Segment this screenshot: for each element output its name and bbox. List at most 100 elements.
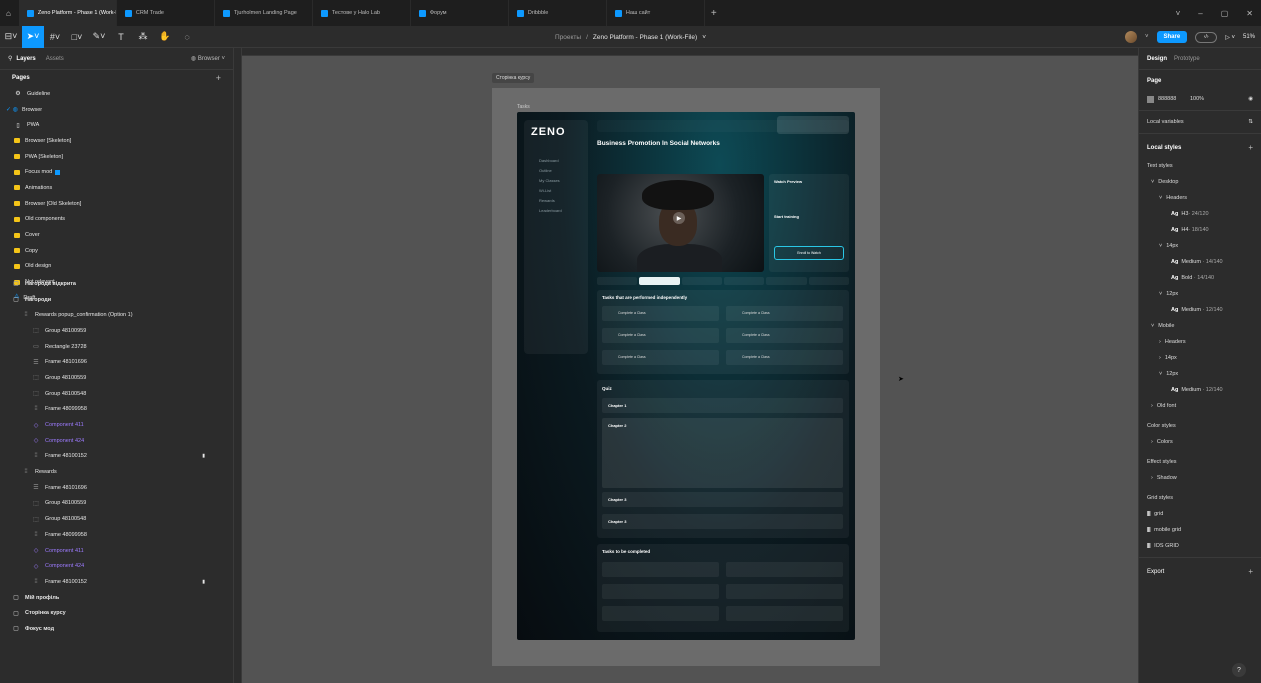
- search-icon[interactable]: ⚲: [8, 55, 12, 62]
- chevron-down-icon[interactable]: ˅: [1159, 243, 1162, 249]
- tab-tasks[interactable]: [639, 276, 680, 285]
- local-variables[interactable]: Local variables: [1147, 119, 1184, 125]
- chevron-down-icon[interactable]: ˅: [1159, 291, 1162, 297]
- mobile-12px-group[interactable]: 12px: [1166, 371, 1178, 377]
- desktop-group[interactable]: Desktop: [1158, 179, 1178, 185]
- resources-tool-icon[interactable]: ⁂: [132, 26, 154, 48]
- mockup-nav-item[interactable]: Leaderboard: [539, 208, 562, 213]
- file-name[interactable]: Zeno Platform - Phase 1 (Work-File): [593, 34, 697, 41]
- mockup-nav-item[interactable]: Rewards: [539, 198, 555, 203]
- style-mobile-medium-12[interactable]: Ag Medium · 12/140: [1139, 382, 1261, 398]
- chevron-right-icon[interactable]: ›: [1151, 403, 1153, 409]
- page-item[interactable]: Old design: [0, 259, 233, 275]
- page-item[interactable]: Copy: [0, 243, 233, 259]
- task-card[interactable]: [602, 562, 719, 577]
- layer-item[interactable]: ⁞⁞ Rewards: [0, 464, 233, 480]
- page-color-value[interactable]: 888888: [1158, 96, 1190, 102]
- frame-tool-icon[interactable]: #˅: [44, 26, 66, 48]
- layer-item[interactable]: ◇ Component 424: [0, 433, 233, 449]
- layer-item[interactable]: ▭ Rectangle 23728: [0, 339, 233, 355]
- layer-item[interactable]: ⁞⁞ Frame 48099958: [0, 402, 233, 418]
- move-tool-icon[interactable]: ➤˅: [22, 25, 44, 48]
- page-item[interactable]: PWA [Skeleton]: [0, 149, 233, 165]
- page-item[interactable]: Browser [Old Skeleton]: [0, 196, 233, 212]
- task-card[interactable]: Complete a Class: [726, 328, 843, 343]
- tab-reviews[interactable]: [766, 276, 807, 285]
- task-card[interactable]: [726, 584, 843, 599]
- tab-assets[interactable]: Assets: [46, 56, 64, 62]
- chevron-down-icon[interactable]: ˅: [1159, 371, 1162, 377]
- task-card[interactable]: Complete a Class: [726, 306, 843, 321]
- task-card[interactable]: Complete a Class: [602, 328, 719, 343]
- mobile-14px-group[interactable]: 14px: [1165, 355, 1177, 361]
- old-font-group[interactable]: Old font: [1157, 403, 1176, 409]
- tab-course-outline[interactable]: [597, 276, 638, 285]
- style-bold-14[interactable]: Ag Bold · 14/140: [1139, 270, 1261, 286]
- eye-icon[interactable]: ◉: [1248, 96, 1253, 102]
- minimize-icon[interactable]: –: [1198, 9, 1202, 18]
- chevron-down-icon[interactable]: ˅: [1151, 179, 1154, 185]
- tab-review-3[interactable]: [808, 276, 849, 285]
- shape-tool-icon[interactable]: □˅: [66, 26, 88, 48]
- chevron-down-icon[interactable]: ˅: [1151, 323, 1154, 329]
- home-icon[interactable]: ⌂: [6, 9, 11, 18]
- chevron-right-icon[interactable]: ›: [1151, 439, 1153, 445]
- browser-tab[interactable]: Dribbble: [509, 0, 607, 26]
- mobile-group[interactable]: Mobile: [1158, 323, 1174, 329]
- grid-style-grid[interactable]: ||| grid: [1139, 506, 1261, 522]
- frame-label[interactable]: Сторінка курсу: [492, 73, 535, 83]
- tasks-frame-label[interactable]: Tasks: [517, 104, 530, 110]
- share-button[interactable]: Share: [1156, 31, 1188, 43]
- chapter-3b[interactable]: Chapter 3: [602, 514, 843, 529]
- chapter-1[interactable]: Chapter 1: [602, 398, 843, 413]
- page-item[interactable]: Cover: [0, 227, 233, 243]
- layer-item[interactable]: ⁞⁞ Frame 48099958: [0, 527, 233, 543]
- tab-design[interactable]: Design: [1147, 56, 1167, 62]
- text-tool-icon[interactable]: T: [110, 26, 132, 48]
- chevron-right-icon[interactable]: ›: [1151, 475, 1153, 481]
- colors-group[interactable]: Colors: [1157, 439, 1173, 445]
- lock-icon[interactable]: ▮: [202, 579, 205, 585]
- group-12px[interactable]: 12px: [1166, 291, 1178, 297]
- add-export-button[interactable]: +: [1248, 567, 1253, 576]
- layer-item[interactable]: ⬚ Group 48100559: [0, 370, 233, 386]
- layer-item[interactable]: ⬚ Group 48100548: [0, 386, 233, 402]
- layer-item[interactable]: ▢ Сторінка курсу: [0, 605, 233, 621]
- hand-tool-icon[interactable]: ✋: [154, 26, 176, 48]
- browser-tab[interactable]: Тестове у Halo Lab: [313, 0, 411, 26]
- close-icon[interactable]: ✕: [1246, 9, 1253, 18]
- page-item[interactable]: ▯ PWA: [0, 117, 233, 133]
- tab-prototype[interactable]: Prototype: [1174, 56, 1200, 62]
- browser-tab[interactable]: Наш сайт: [607, 0, 705, 26]
- chevron-down-icon[interactable]: ˅: [1176, 9, 1181, 18]
- present-button[interactable]: ▷ ˅: [1225, 34, 1235, 41]
- style-medium-14[interactable]: Ag Medium · 14/140: [1139, 254, 1261, 270]
- mockup-nav-item[interactable]: Dashboard: [539, 158, 559, 163]
- layer-item[interactable]: ⬚ Group 48100548: [0, 511, 233, 527]
- task-card[interactable]: [726, 562, 843, 577]
- task-card[interactable]: Complete a Class: [602, 306, 719, 321]
- task-card[interactable]: Complete a Class: [726, 350, 843, 365]
- canvas[interactable]: Сторінка курсу Tasks ZENO Dashboard Outli…: [242, 56, 1138, 683]
- mockup-nav-item[interactable]: Wi-List: [539, 188, 551, 193]
- layer-item[interactable]: ⁞⁞ Frame 48100152 ▮: [0, 574, 233, 590]
- layer-item[interactable]: ⁞⁞ Frame 48100152 ▮: [0, 449, 233, 465]
- chevron-down-icon[interactable]: ˅: [1159, 195, 1162, 201]
- layer-item[interactable]: ◇ Component 411: [0, 543, 233, 559]
- browser-tab[interactable]: CRM Trade: [117, 0, 215, 26]
- maximize-icon[interactable]: ▢: [1221, 9, 1229, 18]
- app-mockup[interactable]: ZENO Dashboard Outline My Classes Wi-List Re…: [517, 112, 855, 640]
- page-item[interactable]: Animations: [0, 180, 233, 196]
- chevron-down-icon[interactable]: ˅: [1145, 34, 1149, 40]
- chapter-3[interactable]: Chapter 3: [602, 492, 843, 507]
- layer-item[interactable]: ▢ Мій профіль: [0, 590, 233, 606]
- layer-item[interactable]: ◇ Component 424: [0, 558, 233, 574]
- mobile-headers-group[interactable]: Headers: [1165, 339, 1186, 345]
- chapter-2[interactable]: Chapter 2: [602, 418, 843, 488]
- mockup-nav-item[interactable]: My Classes: [539, 178, 560, 183]
- export-title[interactable]: Export: [1147, 569, 1164, 575]
- grid-style-ios[interactable]: ||| IOS GRID: [1139, 538, 1261, 554]
- help-icon[interactable]: ?: [1232, 663, 1246, 677]
- add-style-button[interactable]: +: [1248, 143, 1253, 152]
- page-opacity[interactable]: 100%: [1190, 96, 1204, 102]
